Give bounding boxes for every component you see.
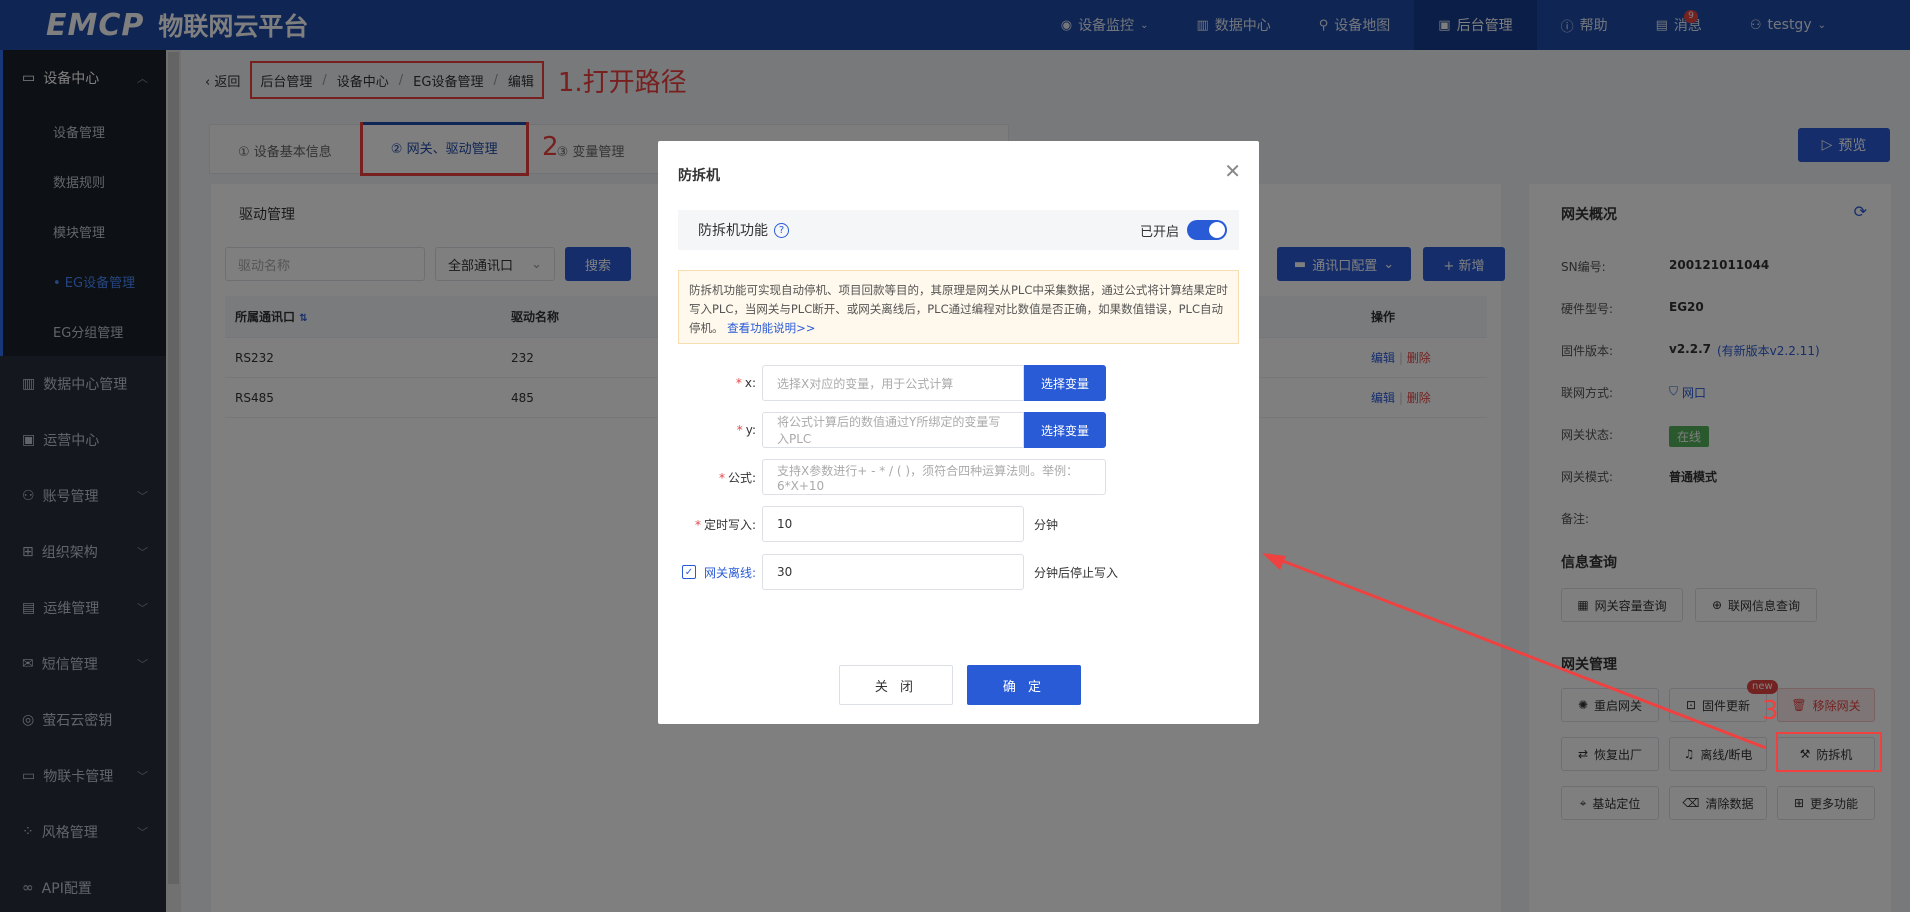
x-select-variable-button[interactable]: 选择变量 xyxy=(1024,365,1106,401)
timer-unit: 分钟 xyxy=(1034,517,1059,532)
label-text: x: xyxy=(744,376,756,390)
toggle-label: 防拆机功能 xyxy=(698,223,768,239)
timer-input[interactable]: 10 xyxy=(762,506,1024,542)
toggle-state-text: 已开启 xyxy=(1139,224,1179,240)
label-text: 网关离线: xyxy=(703,565,756,580)
offline-unit: 分钟后停止写入 xyxy=(1034,565,1119,580)
label-text: 定时写入: xyxy=(703,517,756,532)
offline-checkbox[interactable]: ✓ xyxy=(681,565,696,579)
formula-field-row: * 公式: 支持X参数进行+ - * / ( )，须符合四种运算法则。举例：6*X… xyxy=(658,459,1259,495)
feature-doc-link[interactable]: 查看功能说明>> xyxy=(727,321,815,335)
y-label: * y: xyxy=(736,423,756,437)
confirm-button[interactable]: 确 定 xyxy=(967,665,1081,705)
y-variable-input[interactable]: 将公式计算后的数值通过Y所绑定的变量写入PLC xyxy=(762,412,1024,448)
feature-switch[interactable] xyxy=(1187,220,1227,240)
y-field-row: * y: 将公式计算后的数值通过Y所绑定的变量写入PLC 选择变量 xyxy=(658,412,1259,448)
formula-label: * 公式: xyxy=(718,470,756,485)
x-field-row: * x: 选择X对应的变量，用于公式计算 选择变量 xyxy=(658,365,1259,401)
timer-label: * 定时写入: xyxy=(694,517,756,532)
label-text: y: xyxy=(745,423,756,437)
offline-field-row: ✓ 网关离线: 30 分钟后停止写入 xyxy=(658,554,1259,590)
help-icon[interactable]: ? xyxy=(774,222,789,238)
formula-input[interactable]: 支持X参数进行+ - * / ( )，须符合四种运算法则。举例：6*X+10 xyxy=(762,459,1106,495)
timer-field-row: * 定时写入: 10 分钟 xyxy=(658,506,1259,542)
x-variable-input[interactable]: 选择X对应的变量，用于公式计算 xyxy=(762,365,1024,401)
label-text: 公式: xyxy=(727,470,756,485)
feature-toggle-row: 防拆机功能 ? 已开启 xyxy=(678,210,1239,250)
close-button[interactable]: 关 闭 xyxy=(839,665,953,705)
anti-disassembly-dialog: 防拆机 ✕ 防拆机功能 ? 已开启 防拆机功能可实现自动停机、项目回款等目的，其… xyxy=(658,141,1259,724)
offline-label: ✓ 网关离线: xyxy=(658,564,762,581)
x-label: * x: xyxy=(735,376,756,390)
offline-input[interactable]: 30 xyxy=(762,554,1024,590)
y-select-variable-button[interactable]: 选择变量 xyxy=(1024,412,1106,448)
dialog-title: 防拆机 xyxy=(678,168,720,184)
feature-description: 防拆机功能可实现自动停机、项目回款等目的，其原理是网关从PLC中采集数据，通过公… xyxy=(678,270,1239,344)
close-icon[interactable]: ✕ xyxy=(1224,159,1241,183)
